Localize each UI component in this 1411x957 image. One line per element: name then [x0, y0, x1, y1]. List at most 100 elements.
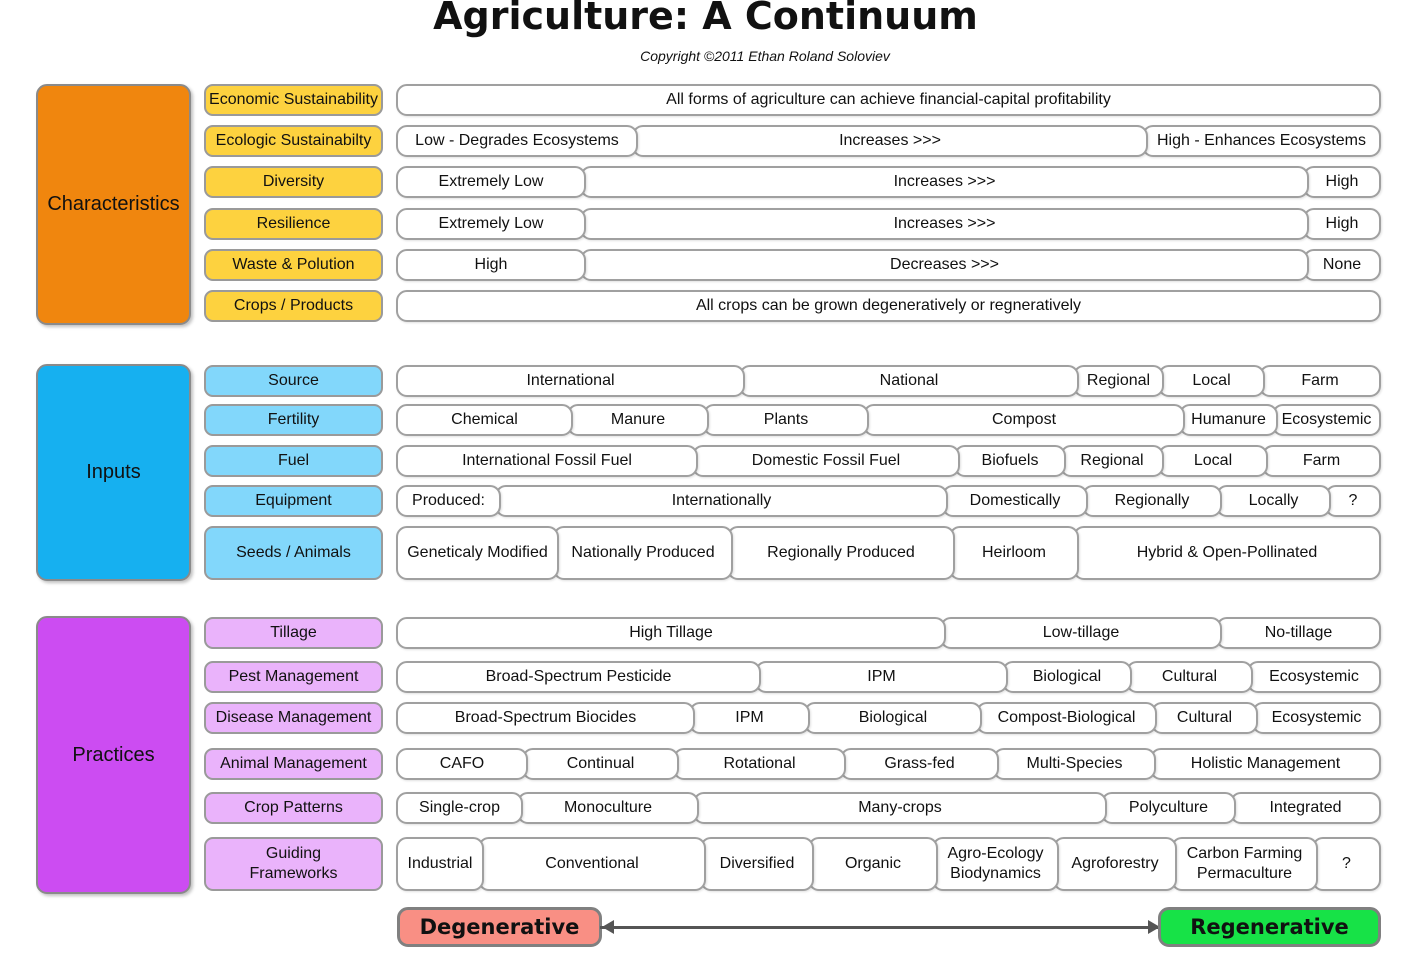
segment-internationally: Internationally — [495, 485, 948, 517]
segment-cafo: CAFO — [396, 748, 528, 780]
row-waste-polution: High Decreases >>> None — [396, 249, 1381, 281]
segment-regionally-produced: Regionally Produced — [727, 526, 955, 580]
row-label-crop-patterns: Crop Patterns — [204, 792, 383, 824]
segment-ecosystemic: Ecosystemic — [1252, 702, 1381, 734]
row-tillage: High Tillage Low-tillage No-tillage — [396, 617, 1381, 649]
row-pest-management: Broad-Spectrum Pesticide IPM Biological Cul… — [396, 661, 1381, 693]
row-animal-management: CAFO Continual Rotational Grass-fed Multi-Sp… — [396, 748, 1381, 780]
copyright-line: Copyright ©2011 Ethan Roland Soloviev — [640, 48, 890, 64]
row-fertility: Chemical Manure Plants Compost Humanure Ecosy… — [396, 404, 1381, 436]
segment-low-tillage: Low-tillage — [940, 617, 1222, 649]
row-label-fuel: Fuel — [204, 445, 383, 477]
segment-broad-spectrum-pesticide: Broad-Spectrum Pesticide — [396, 661, 761, 693]
row-label-animal-management: Animal Management — [204, 748, 383, 780]
segment-increases: Increases >>> — [580, 208, 1309, 240]
row-source: International National Regional Local Farm — [396, 365, 1381, 397]
segment-local: Local — [1158, 365, 1265, 397]
segment-farm: Farm — [1262, 445, 1381, 477]
segment-ecosystemic: Ecosystemic — [1272, 404, 1381, 436]
segment-decreases: Decreases >>> — [580, 249, 1309, 281]
segment-chemical: Chemical — [396, 404, 573, 436]
row-label-waste-polution: Waste & Polution — [204, 249, 383, 281]
segment-domestic-fossil-fuel: Domestic Fossil Fuel — [692, 445, 960, 477]
segment-monoculture: Monoculture — [517, 792, 699, 824]
segment-international-fossil-fuel: International Fossil Fuel — [396, 445, 698, 477]
segment-heirloom: Heirloom — [949, 526, 1079, 580]
row-economic-sustainability: All forms of agriculture can achieve fin… — [396, 84, 1381, 116]
segment-grass-fed: Grass-fed — [840, 748, 999, 780]
segment-cultural: Cultural — [1126, 661, 1253, 693]
row-crop-patterns: Single-crop Monoculture Many-crops Polycult… — [396, 792, 1381, 824]
row-diversity: Extremely Low Increases >>> High — [396, 166, 1381, 198]
arrow-left-icon — [602, 920, 614, 934]
segment-agro-ecology-biodynamics: Agro-Ecology Biodynamics — [932, 837, 1059, 891]
segment-local: Local — [1158, 445, 1268, 477]
segment-increases: Increases >>> — [580, 166, 1309, 198]
segment-all-crops-can-be-grown-degeneratively-or-regneratively: All crops can be grown degeneratively or… — [396, 290, 1381, 322]
segment-none: None — [1303, 249, 1381, 281]
row-label-resilience: Resilience — [204, 208, 383, 240]
segment-multi-species: Multi-Species — [993, 748, 1156, 780]
row-fuel: International Fossil Fuel Domestic Fossil… — [396, 445, 1381, 477]
segment-no-tillage: No-tillage — [1216, 617, 1381, 649]
segment-integrated: Integrated — [1230, 792, 1381, 824]
row-label-pest-management: Pest Management — [204, 661, 383, 693]
segment-compost-biological: Compost-Biological — [976, 702, 1157, 734]
segment-regional: Regional — [1060, 445, 1164, 477]
segment-extremely-low: Extremely Low — [396, 166, 586, 198]
segment-international: International — [396, 365, 745, 397]
segment-high: High — [1303, 208, 1381, 240]
segment-geneticaly-modified: Geneticaly Modified — [396, 526, 559, 580]
segment-all-forms-of-agriculture-can-achieve-financial-capital-profitability: All forms of agriculture can achieve fin… — [396, 84, 1381, 116]
segment-humanure: Humanure — [1179, 404, 1278, 436]
row-label-source: Source — [204, 365, 383, 397]
row-guiding-frameworks: Industrial Conventional Diversified Organic… — [396, 837, 1381, 891]
row-label-guiding-frameworks: Guiding Frameworks — [204, 837, 383, 891]
segment-high-tillage: High Tillage — [396, 617, 946, 649]
segment-increases: Increases >>> — [632, 125, 1148, 157]
row-ecologic-sustainabilty: Low - Degrades Ecosystems Increases >>> Hi… — [396, 125, 1381, 157]
segment-nationally-produced: Nationally Produced — [553, 526, 733, 580]
row-label-seeds-animals: Seeds / Animals — [204, 526, 383, 580]
segment-hybrid-open-pollinated: Hybrid & Open-Pollinated — [1073, 526, 1381, 580]
row-label-fertility: Fertility — [204, 404, 383, 436]
segment-: ? — [1312, 837, 1381, 891]
row-disease-management: Broad-Spectrum Biocides IPM Biological Comp… — [396, 702, 1381, 734]
row-label-ecologic-sustainabilty: Ecologic Sustainabilty — [204, 125, 383, 157]
segment-diversified: Diversified — [700, 837, 814, 891]
segment-ipm: IPM — [689, 702, 810, 734]
segment-rotational: Rotational — [673, 748, 846, 780]
segment-low-degrades-ecosystems: Low - Degrades Ecosystems — [396, 125, 638, 157]
row-equipment: Produced: Internationally Domestically Regi… — [396, 485, 1381, 517]
segment-industrial: Industrial — [396, 837, 484, 891]
segment-holistic-management: Holistic Management — [1150, 748, 1381, 780]
segment-carbon-farming-permaculture: Carbon Farming Permaculture — [1171, 837, 1318, 891]
segment-national: National — [739, 365, 1079, 397]
segment-manure: Manure — [567, 404, 709, 436]
segment-extremely-low: Extremely Low — [396, 208, 586, 240]
row-label-economic-sustainability: Economic Sustainability — [204, 84, 383, 116]
segment-regionally: Regionally — [1082, 485, 1222, 517]
segment-plants: Plants — [703, 404, 869, 436]
segment-single-crop: Single-crop — [396, 792, 523, 824]
segment-high: High — [396, 249, 586, 281]
segment-regional: Regional — [1073, 365, 1164, 397]
segment-ecosystemic: Ecosystemic — [1247, 661, 1381, 693]
segment-produced: Produced: — [396, 485, 501, 517]
continuum-axis-line — [600, 926, 1160, 929]
group-practices: Practices — [36, 616, 191, 894]
group-characteristics: Characteristics — [36, 84, 191, 325]
row-label-crops-products: Crops / Products — [204, 290, 383, 322]
segment-many-crops: Many-crops — [693, 792, 1107, 824]
segment-compost: Compost — [863, 404, 1185, 436]
group-inputs: Inputs — [36, 364, 191, 581]
segment-ipm: IPM — [755, 661, 1008, 693]
row-crops-products: All crops can be grown degeneratively or… — [396, 290, 1381, 322]
segment-: ? — [1325, 485, 1381, 517]
regenerative-endpoint: Regenerative — [1158, 907, 1381, 947]
degenerative-endpoint: Degenerative — [397, 907, 602, 947]
segment-conventional: Conventional — [478, 837, 706, 891]
row-resilience: Extremely Low Increases >>> High — [396, 208, 1381, 240]
segment-domestically: Domestically — [942, 485, 1088, 517]
segment-biological: Biological — [804, 702, 982, 734]
